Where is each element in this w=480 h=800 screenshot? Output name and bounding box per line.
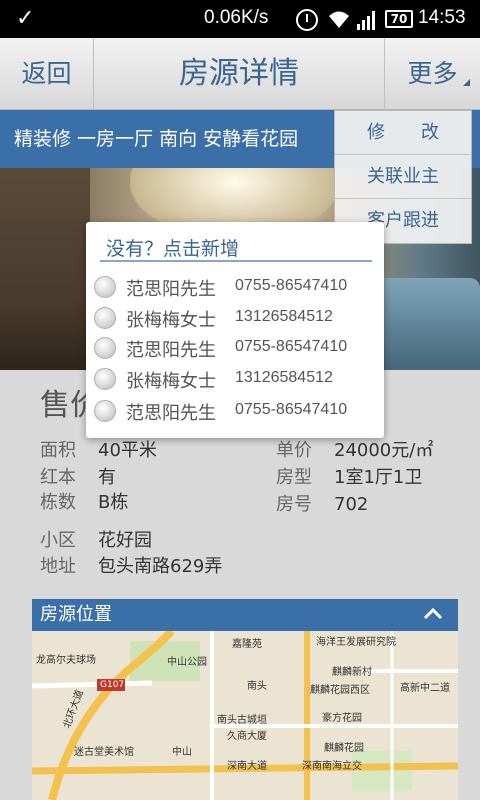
menu-item-link-owner[interactable]: 关联业主 <box>335 155 471 199</box>
address-field: 地址 包头南路629弄 <box>40 552 222 578</box>
contact-phone: 13126584512 <box>235 369 333 386</box>
unit-price-value: 24000元/㎡ <box>334 440 434 461</box>
more-button[interactable]: 更多 <box>384 38 480 110</box>
map-label: 麒麟新村 <box>332 667 372 678</box>
map-label: G107 <box>100 680 125 690</box>
radio-button[interactable] <box>94 337 116 359</box>
radio-button[interactable] <box>94 276 116 298</box>
map-label: 中山公园 <box>167 657 207 668</box>
layout-value: 1室1厅1卫 <box>334 467 423 488</box>
location-title: 房源位置 <box>40 604 112 625</box>
contact-option[interactable]: 范思阳先生 0755-86547410 <box>94 396 378 426</box>
room-no-field: 房号 702 <box>276 490 368 516</box>
map-label: 久商大厦 <box>227 731 267 742</box>
community-field: 小区 花好园 <box>40 526 152 552</box>
radio-button[interactable] <box>94 400 116 422</box>
map-label: 迷古堂美术馆 <box>74 747 134 758</box>
more-label: 更多 <box>407 59 458 88</box>
room-no-value: 702 <box>334 494 369 515</box>
unit-price-field: 单价 24000元/㎡ <box>276 436 433 462</box>
contact-option[interactable]: 范思阳先生 0755-86547410 <box>94 272 378 302</box>
unit-price-key: 单价 <box>276 440 312 461</box>
contact-phone: 0755-86547410 <box>235 277 348 294</box>
contact-option[interactable]: 张梅梅女士 13126584512 <box>94 303 378 333</box>
check-icon: ✓ <box>16 6 35 31</box>
red-book-field: 红本 有 <box>40 463 116 489</box>
contact-name: 张梅梅女士 <box>126 310 216 331</box>
community-value: 花好园 <box>98 530 152 551</box>
menu-triangle-icon <box>463 79 470 86</box>
location-section-header[interactable]: 房源位置 <box>32 599 458 631</box>
header: 返回 房源详情 更多 <box>0 38 480 110</box>
signal-icon <box>357 11 375 30</box>
building-key: 栋数 <box>40 492 76 513</box>
contact-phone: 0755-86547410 <box>235 338 348 355</box>
contact-option[interactable]: 范思阳先生 0755-86547410 <box>94 333 378 363</box>
map-label: 中山 <box>172 747 192 758</box>
location-map[interactable]: 龙高尔夫球场 G107 中山公园 嘉隆苑 海洋王发展研究院 麒麟新村 南头 麒麟… <box>32 631 458 800</box>
area-field: 面积 40平米 <box>40 436 157 462</box>
map-label: 深南南海立交 <box>302 761 362 772</box>
building-value: B栋 <box>98 492 129 513</box>
radio-button[interactable] <box>94 368 116 390</box>
map-label: 深南大道 <box>227 761 267 772</box>
back-button[interactable]: 返回 <box>0 38 94 110</box>
status-bar: ✓ 0.06K/s 70 14:53 <box>0 0 480 38</box>
radio-button[interactable] <box>94 307 116 329</box>
map-label: 南头古城垣 <box>217 715 267 726</box>
building-field: 栋数 B栋 <box>40 488 128 514</box>
contact-name: 范思阳先生 <box>126 340 216 361</box>
address-key: 地址 <box>40 556 76 577</box>
contact-name: 范思阳先生 <box>126 279 216 300</box>
contact-name: 范思阳先生 <box>126 403 216 424</box>
community-key: 小区 <box>40 530 76 551</box>
contact-name: 张梅梅女士 <box>126 371 216 392</box>
red-book-key: 红本 <box>40 467 76 488</box>
room-no-key: 房号 <box>276 494 312 515</box>
contact-phone: 0755-86547410 <box>235 401 348 418</box>
layout-key: 房型 <box>276 467 312 488</box>
layout-field: 房型 1室1厅1卫 <box>276 463 422 489</box>
map-label: 麒麟花园 <box>324 743 364 754</box>
map-label: 高新中二道 <box>400 683 450 694</box>
chevron-up-icon[interactable] <box>422 603 444 625</box>
contact-option[interactable]: 张梅梅女士 13126584512 <box>94 364 378 394</box>
contact-phone: 13126584512 <box>235 308 333 325</box>
map-label: 豪方花园 <box>322 713 362 724</box>
alarm-icon <box>296 9 318 31</box>
map-label: 嘉隆苑 <box>232 639 262 650</box>
divider <box>100 260 372 262</box>
map-label: 麒麟花园西区 <box>310 685 370 696</box>
contact-picker-dialog: 没有？点击新增 范思阳先生 0755-86547410 张梅梅女士 131265… <box>86 222 384 438</box>
area-key: 面积 <box>40 440 76 461</box>
map-label: 海洋王发展研究院 <box>316 637 396 648</box>
address-value: 包头南路629弄 <box>98 556 223 577</box>
red-book-value: 有 <box>98 467 116 488</box>
network-speed: 0.06K/s <box>204 7 269 28</box>
battery-icon: 70 <box>385 10 413 28</box>
clock: 14:53 <box>418 7 466 28</box>
map-label: 龙高尔夫球场 <box>36 655 96 666</box>
add-new-contact-link[interactable]: 没有？点击新增 <box>106 234 239 261</box>
menu-item-edit[interactable]: 修 改 <box>335 111 471 155</box>
map-label: 南头 <box>247 681 267 692</box>
wifi-icon <box>329 11 349 28</box>
page-title: 房源详情 <box>179 56 299 91</box>
area-value: 40平米 <box>98 440 157 461</box>
